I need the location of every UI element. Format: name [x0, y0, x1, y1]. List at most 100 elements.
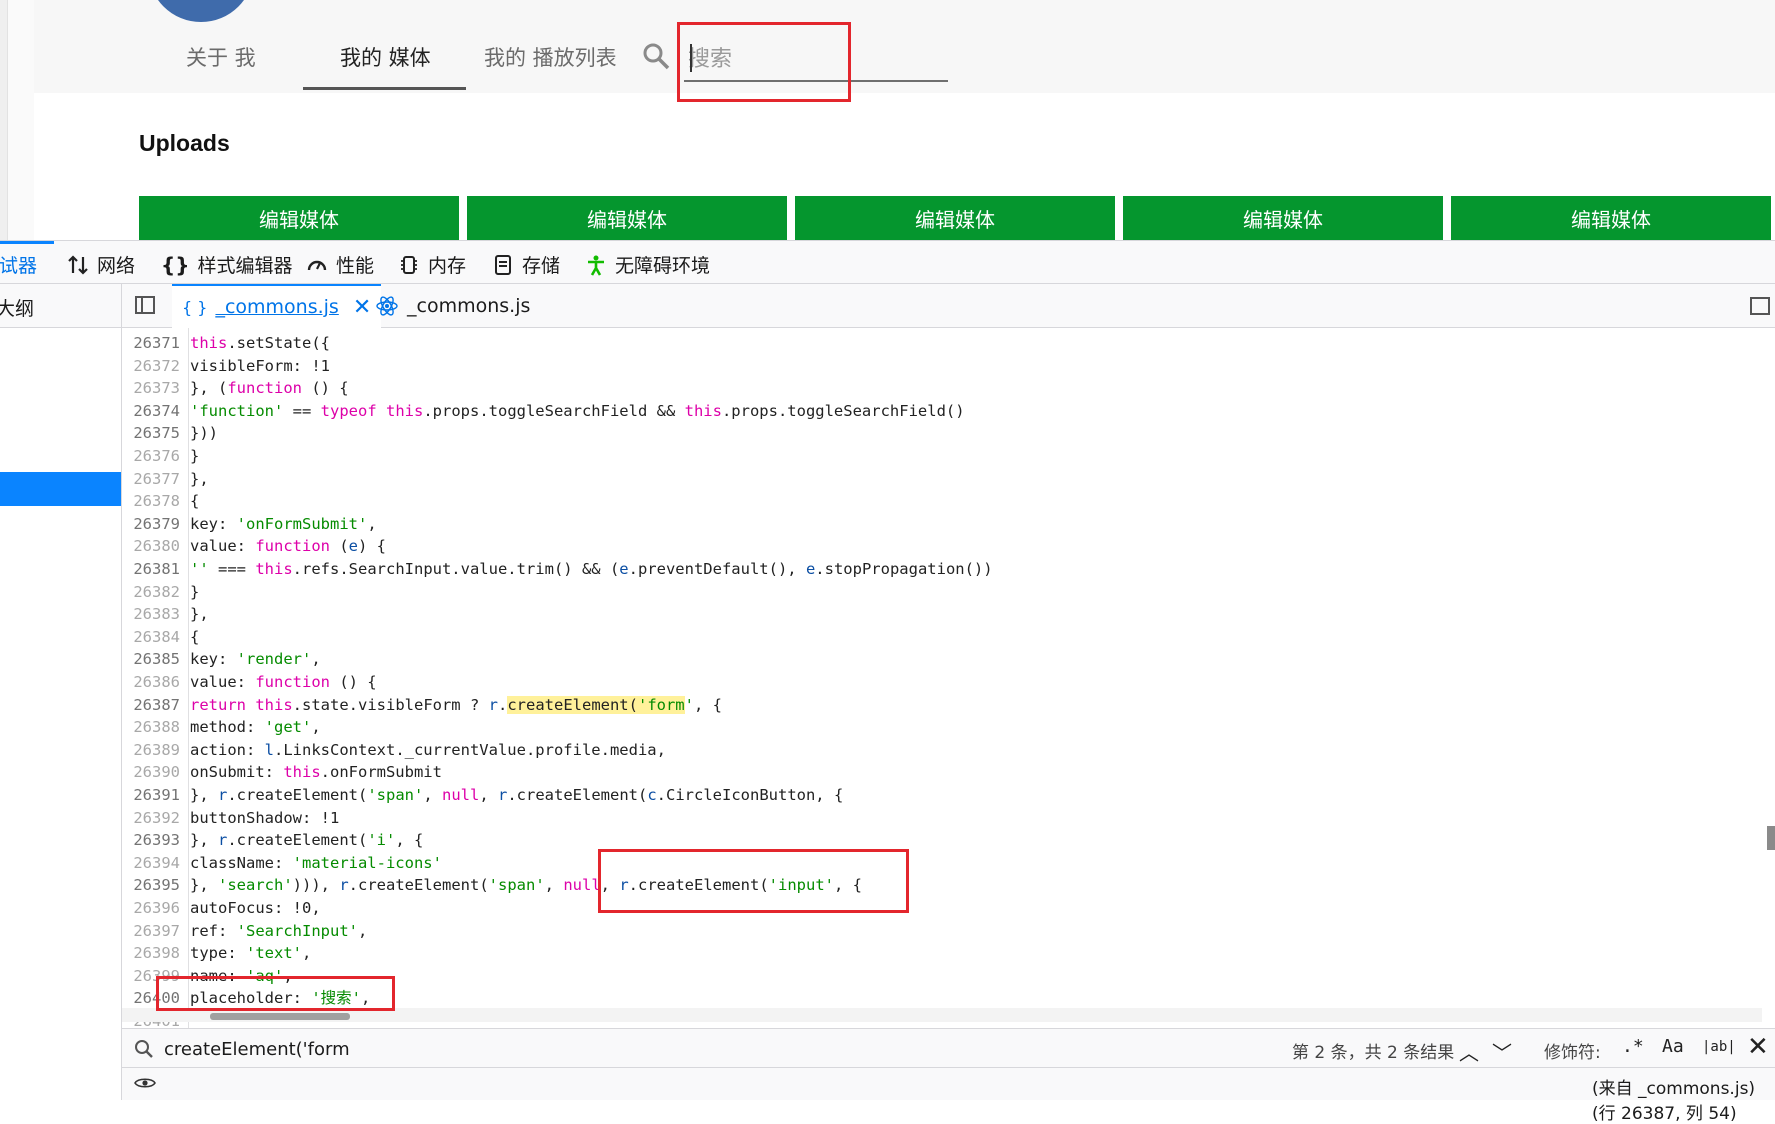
line-number[interactable]: 26389 [122, 739, 180, 762]
code-line[interactable]: 26377}, [122, 468, 1762, 491]
toggle-sources-sidebar-icon[interactable] [135, 296, 155, 314]
line-number[interactable]: 26379 [122, 513, 180, 536]
line-number[interactable]: 26392 [122, 807, 180, 830]
code-text[interactable]: key: 'render', [190, 648, 321, 671]
code-text[interactable]: return this.state.visibleForm ? r.create… [190, 694, 722, 717]
line-number[interactable]: 26383 [122, 603, 180, 626]
code-line[interactable]: 26372 visibleForm: !1 [122, 355, 1762, 378]
code-line[interactable]: 26379 key: 'onFormSubmit', [122, 513, 1762, 536]
line-number[interactable]: 26394 [122, 852, 180, 875]
close-search-button[interactable]: ✕ [1747, 1032, 1769, 1062]
code-text[interactable]: 'function' == typeof this.props.toggleSe… [190, 400, 965, 423]
code-line[interactable]: 26374 'function' == typeof this.props.tog… [122, 400, 1762, 423]
tab-about-me[interactable]: 关于 我 [186, 42, 256, 72]
edit-media-button[interactable]: 编辑媒体 [795, 196, 1115, 240]
line-number[interactable]: 26374 [122, 400, 180, 423]
line-number[interactable]: 26386 [122, 671, 180, 694]
code-line[interactable]: 26395}, 'search'))), r.createElement('sp… [122, 874, 1762, 897]
code-text[interactable]: { [190, 626, 199, 649]
line-number[interactable]: 26375 [122, 422, 180, 445]
tab-style-editor[interactable]: {} 样式编辑器 [161, 251, 293, 278]
line-number[interactable]: 26384 [122, 626, 180, 649]
regex-toggle-button[interactable]: .* [1622, 1036, 1644, 1057]
tab-performance[interactable]: 性能 [306, 251, 374, 278]
tab-memory[interactable]: 内存 [398, 251, 466, 278]
code-line[interactable]: 26394 className: 'material-icons' [122, 852, 1762, 875]
code-line[interactable]: 26393}, r.createElement('i', { [122, 829, 1762, 852]
line-number[interactable]: 26380 [122, 535, 180, 558]
code-text[interactable]: method: 'get', [190, 716, 321, 739]
horizontal-scroll-thumb[interactable] [210, 1013, 350, 1020]
code-line[interactable]: 26381 '' === this.refs.SearchInput.value.… [122, 558, 1762, 581]
code-text[interactable]: value: function (e) { [190, 535, 386, 558]
line-number[interactable]: 26381 [122, 558, 180, 581]
line-number[interactable]: 26382 [122, 581, 180, 604]
code-line[interactable]: 26383}, [122, 603, 1762, 626]
code-text[interactable]: }, [190, 603, 209, 626]
code-text[interactable]: { [190, 490, 199, 513]
whole-word-button[interactable]: |ab| [1702, 1039, 1736, 1055]
code-line[interactable]: 26378 { [122, 490, 1762, 513]
code-line[interactable]: 26389 action: l.LinksContext._currentValu… [122, 739, 1762, 762]
next-result-button[interactable]: ﹀ [1492, 1037, 1512, 1066]
code-line[interactable]: 26387 return this.state.visibleForm ? r.c… [122, 694, 1762, 717]
code-text[interactable]: '' === this.refs.SearchInput.value.trim(… [190, 558, 993, 581]
code-text[interactable]: visibleForm: !1 [190, 355, 330, 378]
line-number[interactable]: 26387 [122, 694, 180, 717]
tab-network[interactable]: 网络 [67, 251, 135, 278]
edit-media-button[interactable]: 编辑媒体 [139, 196, 459, 240]
code-line[interactable]: 26397 ref: 'SearchInput', [122, 920, 1762, 943]
line-number[interactable]: 26377 [122, 468, 180, 491]
line-number[interactable]: 26398 [122, 942, 180, 965]
code-line[interactable]: 26375})) [122, 422, 1762, 445]
line-number[interactable]: 26395 [122, 874, 180, 897]
code-text[interactable]: this.setState({ [190, 332, 330, 355]
code-line[interactable]: 26382} [122, 581, 1762, 604]
previous-result-button[interactable]: ︿ [1459, 1037, 1479, 1066]
line-number[interactable]: 26390 [122, 761, 180, 784]
code-text[interactable]: className: 'material-icons' [190, 852, 442, 875]
code-text[interactable]: }, (function () { [190, 377, 349, 400]
code-text[interactable]: key: 'onFormSubmit', [190, 513, 377, 536]
line-number[interactable]: 26371 [122, 332, 180, 355]
source-tab-commons-active[interactable]: { } _commons.js ✕ [172, 284, 382, 328]
tab-my-playlists[interactable]: 我的 播放列表 [484, 42, 617, 72]
code-line[interactable]: 26390 onSubmit: this.onFormSubmit [122, 761, 1762, 784]
line-number[interactable]: 26372 [122, 355, 180, 378]
line-number[interactable]: 26397 [122, 920, 180, 943]
toggle-right-panel-icon[interactable] [1750, 297, 1770, 315]
search-icon[interactable] [642, 42, 670, 70]
edit-media-button[interactable]: 编辑媒体 [1123, 196, 1443, 240]
code-line[interactable]: 26384 { [122, 626, 1762, 649]
code-text[interactable]: } [190, 445, 199, 468]
code-text[interactable]: })) [190, 422, 218, 445]
code-line[interactable]: 26398 type: 'text', [122, 942, 1762, 965]
code-text[interactable]: }, r.createElement('i', { [190, 829, 423, 852]
code-text[interactable]: autoFocus: !0, [190, 897, 321, 920]
vertical-scroll-thumb[interactable] [1767, 826, 1775, 850]
code-line[interactable]: 26386 value: function () { [122, 671, 1762, 694]
code-text[interactable]: }, [190, 468, 209, 491]
code-line[interactable]: 26396 autoFocus: !0, [122, 897, 1762, 920]
line-number[interactable]: 26391 [122, 784, 180, 807]
line-number[interactable]: 26378 [122, 490, 180, 513]
code-text[interactable]: type: 'text', [190, 942, 311, 965]
line-number[interactable]: 26396 [122, 897, 180, 920]
code-editor[interactable]: 26371 this.setState({ 26372 visibleForm: !1… [122, 328, 1762, 1028]
code-line[interactable]: 26380 value: function (e) { [122, 535, 1762, 558]
code-text[interactable]: }, r.createElement('span', null, r.creat… [190, 784, 843, 807]
code-text[interactable]: value: function () { [190, 671, 377, 694]
code-line[interactable]: 26371 this.setState({ [122, 332, 1762, 355]
code-text[interactable]: action: l.LinksContext._currentValue.pro… [190, 739, 666, 762]
tab-debugger[interactable]: 调试器 [0, 251, 37, 278]
edit-media-button[interactable]: 编辑媒体 [1451, 196, 1771, 240]
code-line[interactable]: 26376} [122, 445, 1762, 468]
code-line[interactable]: 26391 }, r.createElement('span', null, r.… [122, 784, 1762, 807]
outline-selected-item[interactable] [0, 472, 121, 506]
tab-accessibility[interactable]: 无障碍环境 [585, 251, 710, 278]
code-line[interactable]: 26392 buttonShadow: !1 [122, 807, 1762, 830]
code-text[interactable]: } [190, 581, 199, 604]
eye-icon[interactable] [134, 1076, 156, 1090]
tab-my-media[interactable]: 我的 媒体 [340, 42, 431, 72]
code-text[interactable]: buttonShadow: !1 [190, 807, 339, 830]
